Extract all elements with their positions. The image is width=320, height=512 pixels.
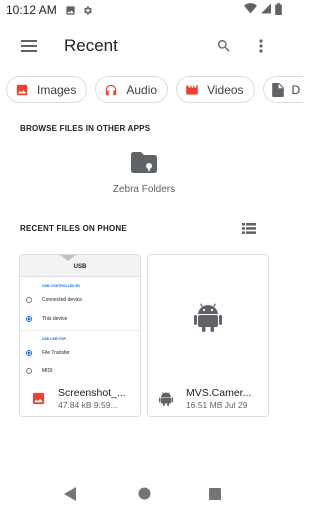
status-time: 10:12 AM xyxy=(6,3,57,17)
chip-videos[interactable]: Videos xyxy=(176,76,255,103)
file-meta: 16.51 MB Jul 29 xyxy=(186,399,248,410)
file-info: MVS.Camer... 16.51 MB Jul 29 xyxy=(148,378,268,416)
folder-icon xyxy=(130,150,158,174)
image-icon xyxy=(30,390,46,406)
browse-section-title: BROWSE FILES IN OTHER APPS xyxy=(20,124,151,133)
settings-notification-icon xyxy=(82,5,93,16)
document-icon xyxy=(271,82,284,97)
thumbnail-option: This device xyxy=(26,316,67,322)
chip-audio[interactable]: Audio xyxy=(95,76,169,103)
zebra-folders-app[interactable]: Zebra Folders xyxy=(102,150,186,206)
recent-section-title: RECENT FILES ON PHONE xyxy=(20,224,127,233)
thumbnail-title: USB xyxy=(73,264,87,270)
image-icon xyxy=(15,83,29,97)
file-texts: MVS.Camer... 16.51 MB Jul 29 xyxy=(186,387,251,410)
navigation-bar xyxy=(0,476,288,512)
android-icon xyxy=(193,299,223,333)
radio-icon xyxy=(26,297,32,303)
movie-icon xyxy=(185,83,199,97)
thumbnail-option: MIDI xyxy=(26,368,53,374)
headphones-icon xyxy=(104,83,118,97)
battery-icon xyxy=(275,2,282,18)
home-icon[interactable] xyxy=(138,487,151,505)
signal-icon xyxy=(261,3,271,17)
wifi-icon xyxy=(244,3,257,17)
file-name: MVS.Camer... xyxy=(186,386,252,399)
radio-selected-icon xyxy=(26,350,32,356)
file-card-screenshot[interactable]: USB USB CONTROLLED BY Connected device T… xyxy=(19,254,141,417)
file-thumbnail xyxy=(148,255,268,378)
file-card-mvs-camera[interactable]: MVS.Camer... 16.51 MB Jul 29 xyxy=(147,254,269,417)
file-meta: 47.84 kB 9:59... xyxy=(58,399,118,410)
page-title: Recent xyxy=(64,36,118,55)
status-bar: 10:12 AM xyxy=(0,0,288,20)
more-options-icon[interactable] xyxy=(251,35,271,57)
file-info: Screenshot_... 47.84 kB 9:59... xyxy=(20,378,140,416)
thumbnail-section: USB CONTROLLED BY xyxy=(42,284,81,288)
thumbnail-caret xyxy=(60,255,76,261)
recents-icon[interactable] xyxy=(209,487,221,505)
back-icon[interactable] xyxy=(64,487,77,506)
thumbnail-divider xyxy=(20,330,140,331)
chip-label: Videos xyxy=(207,82,244,97)
thumbnail-option: File Transfer xyxy=(26,350,70,356)
chip-label: D xyxy=(291,82,301,97)
app-label: Zebra Folders xyxy=(112,184,176,195)
file-thumbnail: USB USB CONTROLLED BY Connected device T… xyxy=(20,255,140,378)
hamburger-menu-icon[interactable] xyxy=(18,36,40,56)
chip-documents[interactable]: D xyxy=(262,76,303,103)
radio-selected-icon xyxy=(26,316,32,322)
thumbnail-section: USE USB FOR xyxy=(42,337,66,341)
thumbnail-option: Connected device xyxy=(26,297,82,303)
radio-icon xyxy=(26,368,32,374)
thumbnail-header: USB xyxy=(20,255,140,277)
chip-label: Images xyxy=(37,82,77,97)
category-chips: Images Audio Videos D xyxy=(6,76,303,103)
file-name: Screenshot_... xyxy=(58,386,126,399)
chip-label: Audio xyxy=(126,82,158,97)
android-icon xyxy=(158,390,174,406)
list-view-icon[interactable] xyxy=(240,220,258,236)
status-right-icons xyxy=(244,2,282,18)
chip-images[interactable]: Images xyxy=(6,76,88,103)
image-notification-icon xyxy=(65,5,76,16)
app-bar: Recent xyxy=(0,24,288,68)
search-icon[interactable] xyxy=(213,35,235,57)
file-texts: Screenshot_... 47.84 kB 9:59... xyxy=(58,387,126,410)
